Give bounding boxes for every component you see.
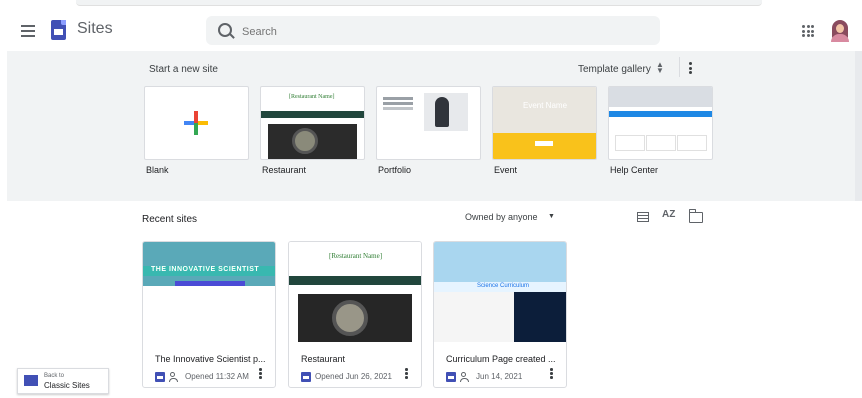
portfolio-person-image	[435, 97, 449, 127]
help-center-card	[615, 135, 645, 151]
thumb-band	[289, 276, 421, 285]
thumb-dark-panel	[514, 292, 566, 342]
top-bar	[76, 0, 762, 6]
template-restaurant[interactable]: [Restaurant Name]	[260, 86, 365, 160]
site-name: Restaurant	[301, 354, 346, 364]
classic-line2: Classic Sites	[44, 381, 90, 390]
more-options-icon[interactable]	[405, 368, 408, 380]
help-center-photo	[609, 87, 712, 107]
more-options-icon[interactable]	[259, 368, 262, 380]
shared-icon	[460, 371, 472, 382]
site-date: Jun 14, 2021	[476, 372, 523, 382]
thumb-photo	[298, 294, 412, 342]
browser-top-strip	[0, 0, 862, 7]
menu-icon[interactable]	[21, 25, 35, 37]
classic-line1: Back to	[44, 373, 65, 379]
folder-icon[interactable]	[688, 209, 703, 223]
classic-sites-icon	[24, 375, 38, 386]
site-icon	[155, 371, 165, 382]
sort-az-icon[interactable]: AZ	[662, 209, 675, 220]
site-name: Curriculum Page created ...	[446, 354, 556, 364]
recent-sites-heading: Recent sites	[142, 214, 198, 225]
site-meta: Jun 14, 2021	[446, 368, 523, 382]
site-meta: Opened 11:32 AM	[155, 368, 249, 382]
search-box[interactable]	[206, 16, 660, 45]
event-thumb-button	[535, 141, 553, 146]
thumb-body	[434, 292, 514, 342]
divider	[679, 57, 680, 77]
template-event[interactable]: Event Name	[492, 86, 597, 160]
avatar[interactable]	[829, 18, 851, 42]
dropdown-caret-icon[interactable]: ▼	[548, 213, 555, 220]
restaurant-thumb-title: [Restaurant Name]	[289, 94, 335, 100]
start-new-site-heading: Start a new site	[149, 64, 218, 75]
site-card[interactable]: THE INNOVATIVE SCIENTIST The Innovative …	[142, 241, 276, 388]
site-thumbnail: Science Curriculum	[434, 242, 566, 342]
site-thumbnail: THE INNOVATIVE SCIENTIST	[143, 242, 275, 342]
site-name: The Innovative Scientist p...	[155, 354, 266, 364]
portfolio-text-lines	[383, 97, 413, 100]
template-label-help-center: Help Center	[610, 165, 659, 175]
template-label-portfolio: Portfolio	[378, 165, 412, 175]
plate-image	[292, 128, 318, 154]
unfold-icon[interactable]: ▲ ▼	[656, 61, 664, 75]
restaurant-photo	[268, 124, 357, 159]
site-card[interactable]: [Restaurant Name] Restaurant Opened Jun …	[288, 241, 422, 388]
restaurant-band	[261, 111, 364, 118]
template-label-blank: Blank	[146, 165, 169, 175]
apps-grid-icon[interactable]	[802, 25, 814, 37]
thumb-title: Science Curriculum	[477, 283, 530, 289]
template-portfolio[interactable]	[376, 86, 481, 160]
list-view-icon[interactable]	[637, 212, 649, 222]
app-title[interactable]: Sites	[77, 20, 113, 38]
thumb-title: [Restaurant Name]	[329, 252, 383, 260]
help-center-card	[646, 135, 676, 151]
owner-filter-dropdown[interactable]: Owned by anyone	[465, 212, 538, 222]
thumb-illustration	[434, 242, 566, 282]
site-date: Opened 11:32 AM	[185, 372, 249, 382]
search-input[interactable]	[240, 21, 644, 42]
template-gallery-button[interactable]: Template gallery	[578, 64, 651, 75]
more-options-icon[interactable]	[550, 368, 553, 380]
thumb-title: THE INNOVATIVE SCIENTIST	[151, 266, 260, 273]
template-section: Start a new site Template gallery ▲ ▼ Bla…	[7, 51, 862, 201]
site-icon	[301, 371, 311, 382]
template-blank[interactable]	[144, 86, 249, 160]
app-header: Sites	[0, 8, 862, 54]
shared-icon	[169, 371, 181, 382]
sites-logo-icon[interactable]	[51, 20, 66, 40]
site-date: Opened Jun 26, 2021	[315, 372, 392, 382]
help-center-blue-band	[609, 111, 712, 117]
plate-image	[332, 300, 368, 336]
site-meta: Opened Jun 26, 2021	[301, 368, 392, 382]
template-label-restaurant: Restaurant	[262, 165, 307, 175]
template-label-event: Event	[494, 165, 518, 175]
site-card[interactable]: Science Curriculum Curriculum Page creat…	[433, 241, 567, 388]
event-thumb-title: Event Name	[523, 101, 568, 110]
event-yellow-band	[493, 133, 596, 159]
site-thumbnail: [Restaurant Name]	[289, 242, 421, 342]
plus-icon	[184, 111, 208, 135]
search-icon[interactable]	[218, 23, 232, 37]
back-to-classic-sites-button[interactable]: Back to Classic Sites	[17, 368, 109, 394]
thumb-body	[143, 286, 275, 342]
scroll-edge	[855, 51, 862, 201]
event-photo	[493, 87, 596, 133]
help-center-card	[677, 135, 707, 151]
more-options-icon[interactable]	[689, 62, 693, 74]
site-icon	[446, 371, 456, 382]
template-help-center[interactable]	[608, 86, 713, 160]
